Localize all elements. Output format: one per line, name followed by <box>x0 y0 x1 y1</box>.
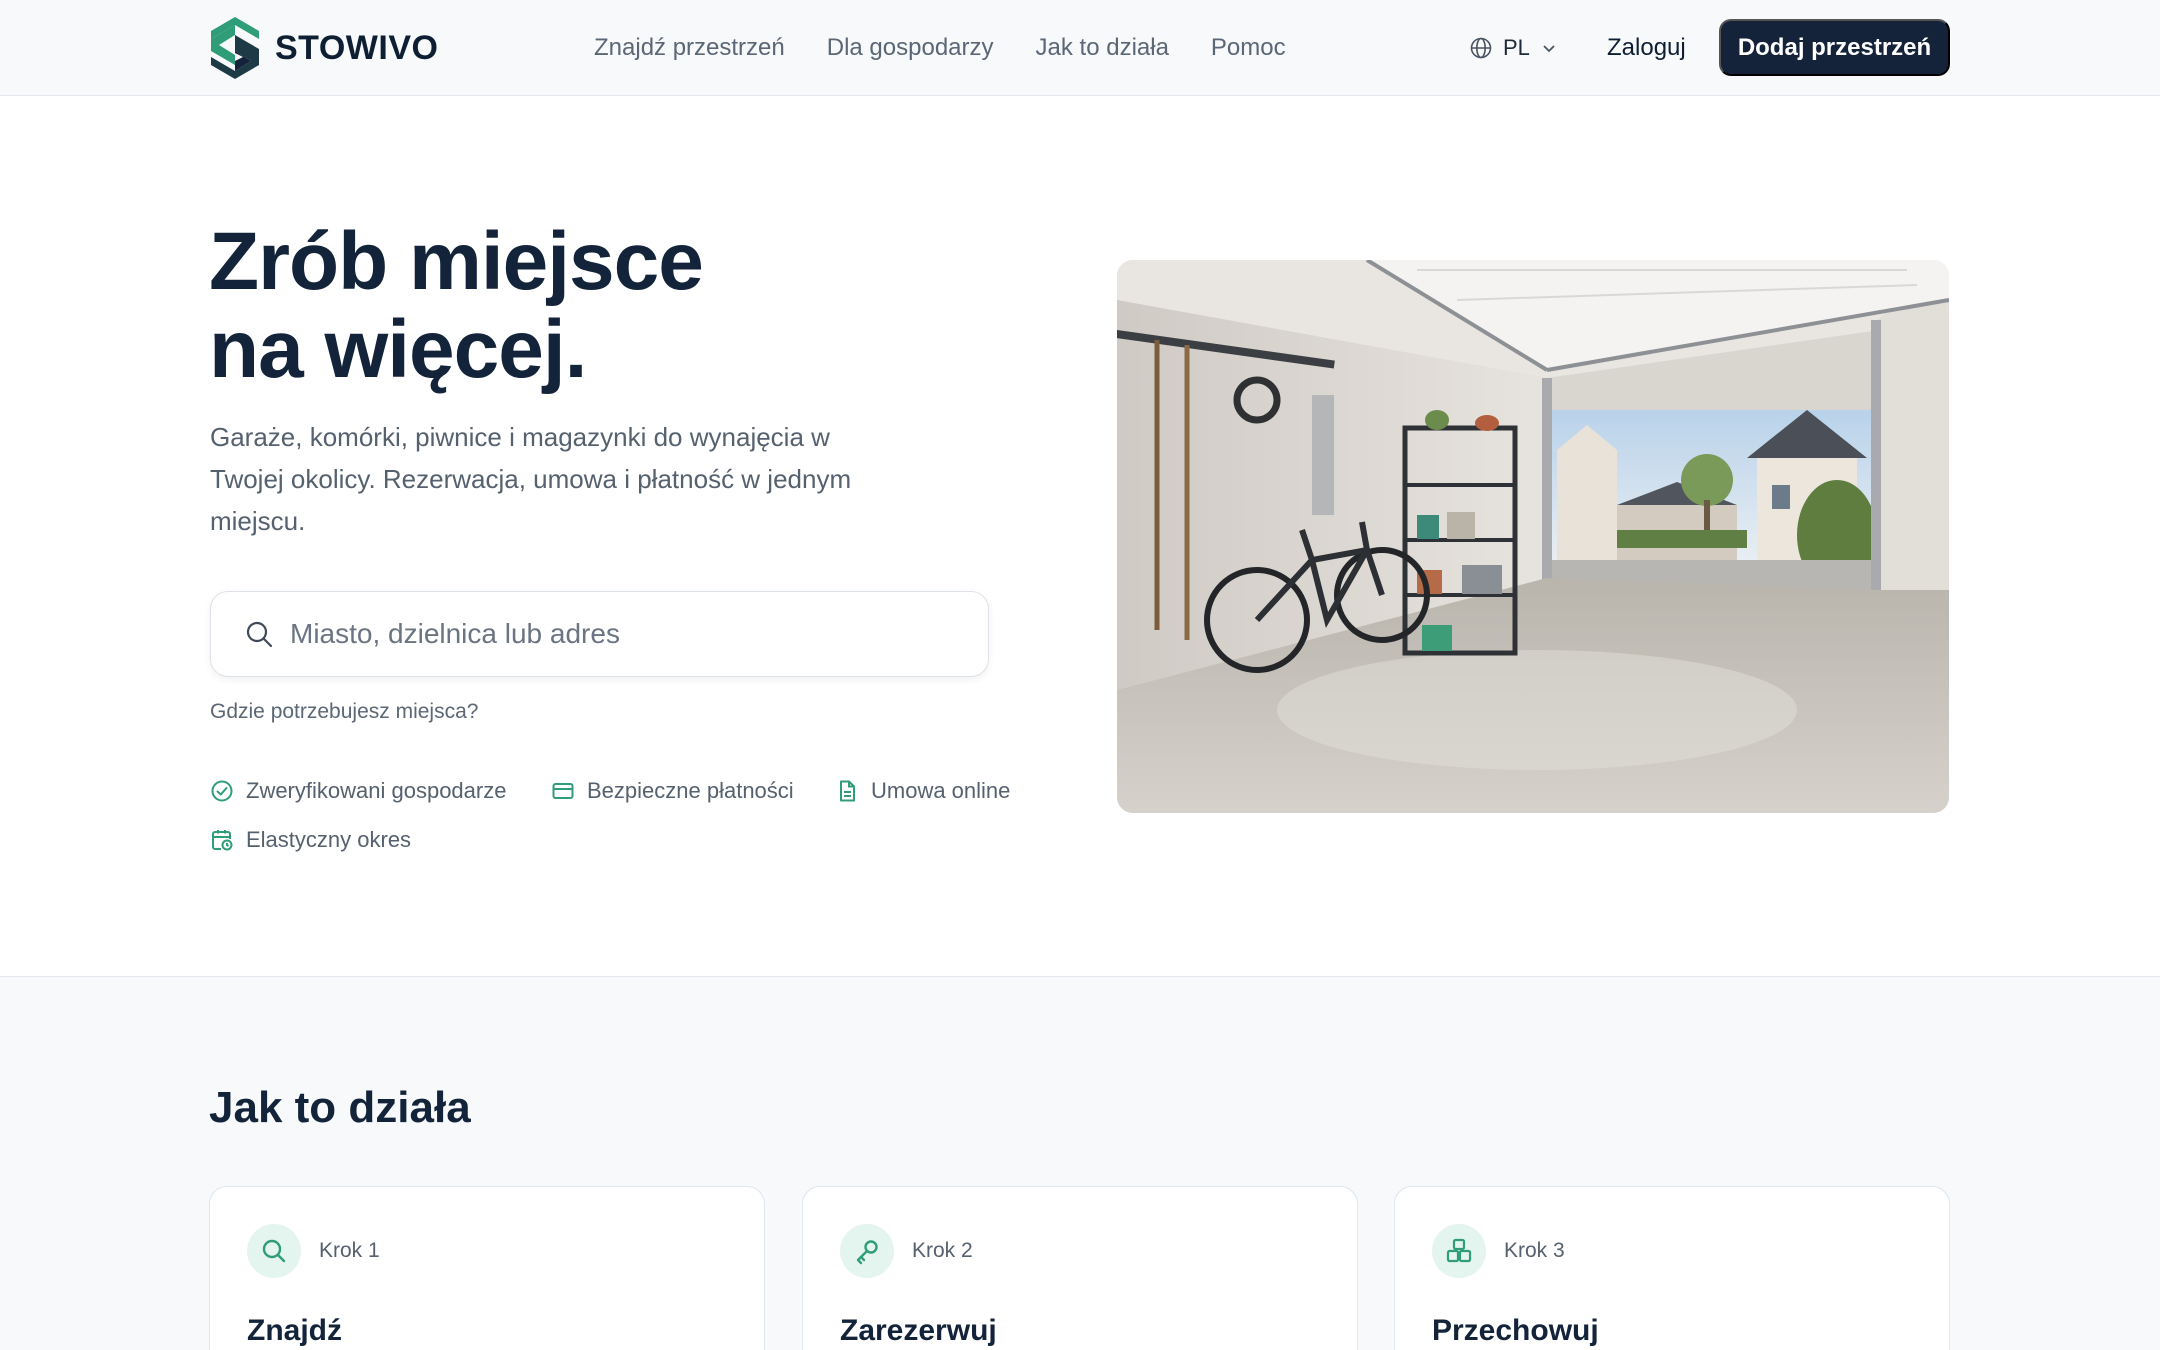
step-icon-wrapper <box>247 1224 301 1278</box>
chevron-down-icon <box>1543 45 1555 53</box>
step-card-store[interactable]: Krok 3 Przechowuj <box>1394 1186 1950 1350</box>
add-space-button[interactable]: Dodaj przestrzeń <box>1719 19 1950 76</box>
search-hint: Gdzie potrzebujesz miejsca? <box>210 700 479 723</box>
brand-name: STOWIVO <box>275 28 439 67</box>
location-search-box[interactable] <box>210 591 989 677</box>
top-navbar: STOWIVO Znajdź przestrzeń Dla gospodarzy… <box>0 0 2160 96</box>
nav-for-hosts[interactable]: Dla gospodarzy <box>827 30 994 66</box>
credit-card-icon <box>552 783 574 799</box>
search-icon <box>262 1239 286 1263</box>
main-nav: Znajdź przestrzeń Dla gospodarzy Jak to … <box>594 30 1286 66</box>
step-number: Krok 2 <box>912 1239 973 1262</box>
step-icon-wrapper <box>1432 1224 1486 1278</box>
step-card-find[interactable]: Krok 1 Znajdź <box>209 1186 765 1350</box>
location-search-input[interactable] <box>290 618 930 650</box>
section-title: Jak to działa <box>209 1083 471 1132</box>
globe-icon <box>1470 37 1492 59</box>
feature-flexible-period: Elastyczny okres <box>210 827 411 853</box>
feature-label: Elastyczny okres <box>246 827 412 852</box>
calendar-clock-icon <box>212 830 233 851</box>
logo-icon <box>211 17 259 79</box>
step-title: Przechowuj <box>1432 1314 1599 1347</box>
feature-label: Bezpieczne płatności <box>587 778 794 803</box>
hero-garage-image <box>1117 260 1949 813</box>
hero-title-line-1: Zrób miejsce <box>209 216 704 307</box>
document-icon <box>840 780 855 802</box>
step-title: Znajdź <box>247 1314 342 1347</box>
login-link[interactable]: Zaloguj <box>1607 30 1686 66</box>
language-code: PL <box>1503 35 1530 60</box>
feature-secure-payments: Bezpieczne płatności <box>551 778 794 804</box>
boxes-icon <box>1446 1238 1472 1263</box>
nav-find-space[interactable]: Znajdź przestrzeń <box>594 30 785 66</box>
hero-title-line-2: na więcej. <box>209 304 587 395</box>
step-number: Krok 1 <box>319 1239 380 1262</box>
step-icon-wrapper <box>840 1224 894 1278</box>
nav-help[interactable]: Pomoc <box>1211 30 1286 66</box>
step-card-reserve[interactable]: Krok 2 Zarezerwuj <box>802 1186 1358 1350</box>
step-number: Krok 3 <box>1504 1239 1565 1262</box>
step-title: Zarezerwuj <box>840 1314 997 1347</box>
hero-title: Zrób miejsce na więcej. <box>209 216 704 395</box>
key-icon <box>856 1240 878 1265</box>
check-circle-icon <box>211 780 233 802</box>
how-it-works-section: Jak to działa Krok 1 Znajdź Krok 2 Zarez… <box>0 976 2160 1350</box>
hero-subtitle: Garaże, komórki, piwnice i magazynki do … <box>210 422 852 536</box>
feature-online-contract: Umowa online <box>835 778 1010 804</box>
language-selector[interactable]: PL <box>1469 30 1558 66</box>
search-icon <box>246 621 273 648</box>
feature-label: Umowa online <box>871 778 1011 803</box>
logo[interactable]: STOWIVO <box>209 15 438 81</box>
feature-verified-hosts: Zweryfikowani gospodarze <box>210 778 506 804</box>
nav-how-it-works[interactable]: Jak to działa <box>1036 30 1169 66</box>
feature-label: Zweryfikowani gospodarze <box>246 778 507 803</box>
